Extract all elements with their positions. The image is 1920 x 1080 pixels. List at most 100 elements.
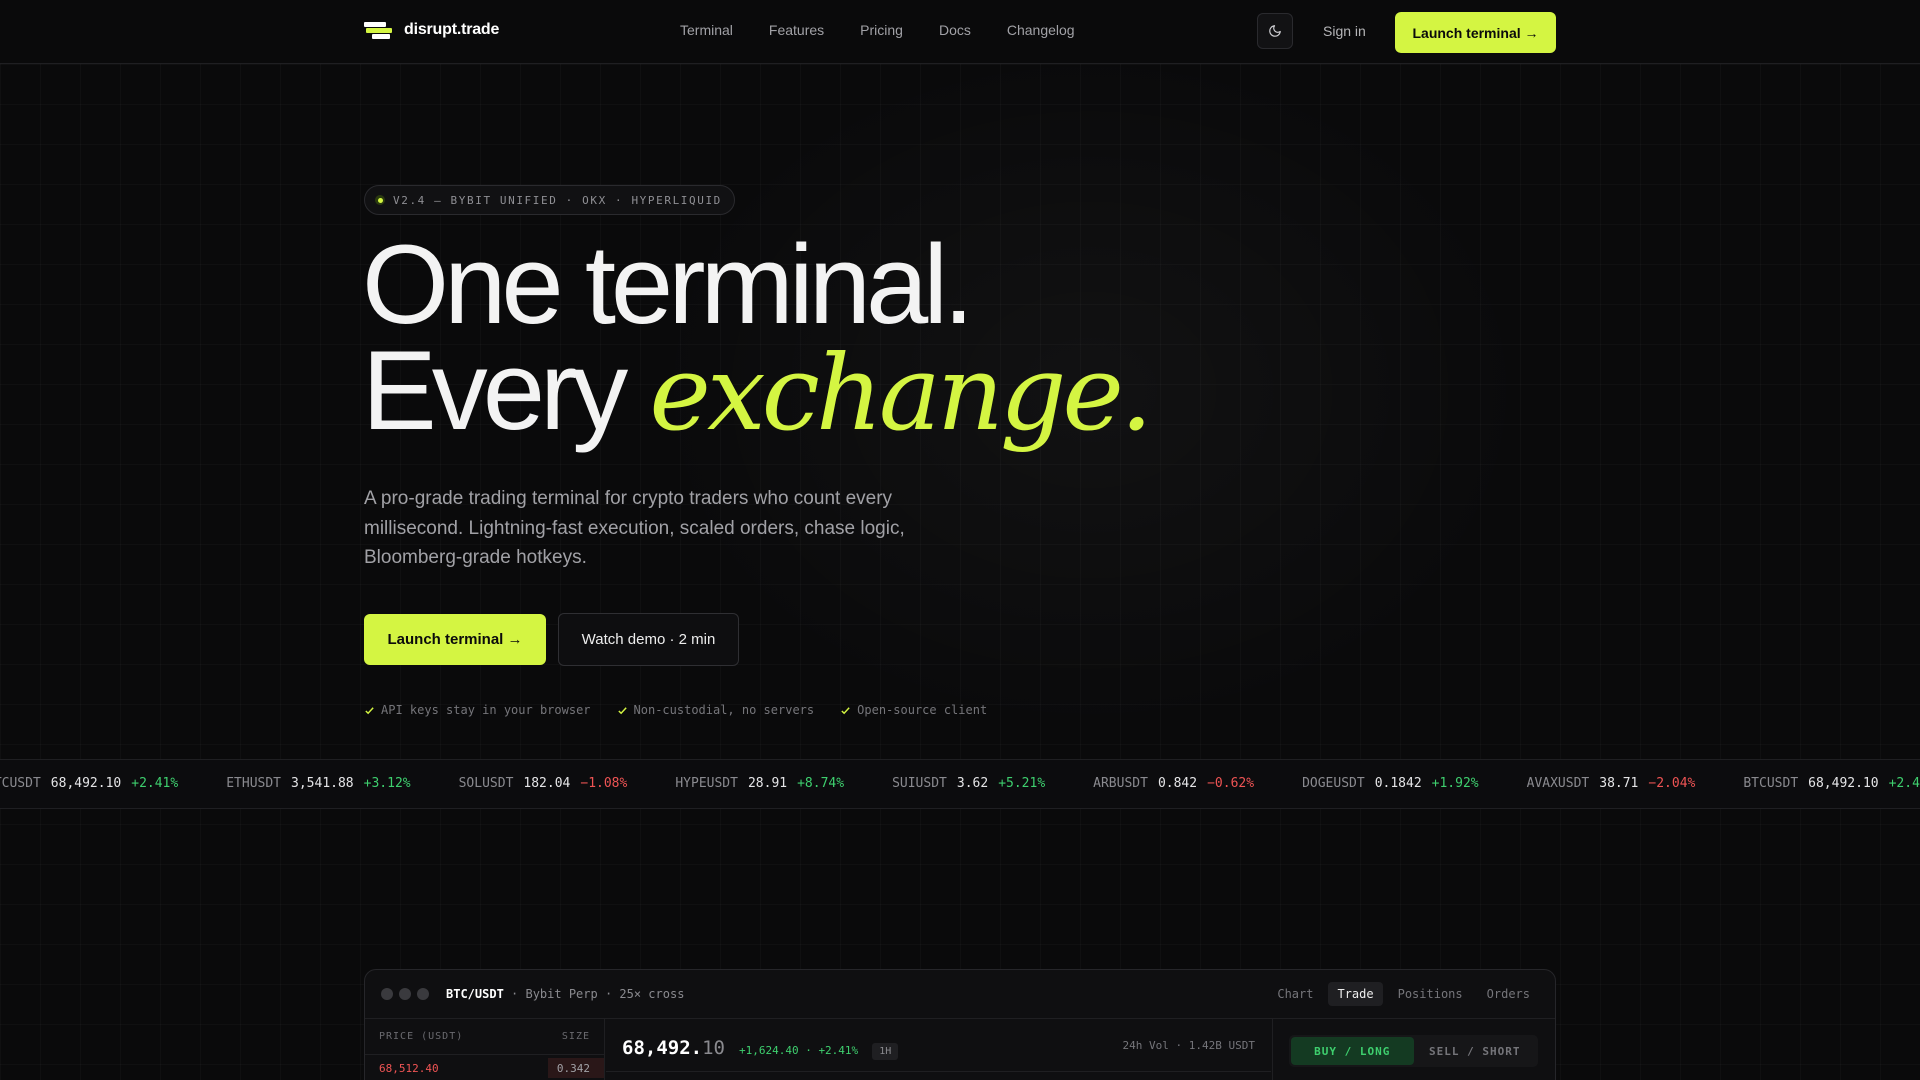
window-controls — [381, 988, 429, 1000]
trust-item-label: Non-custodial, no servers — [633, 703, 815, 717]
order-book-price-header: PRICE (USDT) — [379, 1031, 464, 1042]
ticker-item[interactable]: ARBUSDT 0.842 −0.62% — [1093, 776, 1254, 791]
ticker-change: +8.74% — [797, 776, 845, 791]
theme-toggle-button[interactable] — [1257, 13, 1293, 49]
nav-link-features[interactable]: Features — [769, 22, 824, 38]
order-book-size-header: SIZE — [561, 1031, 590, 1042]
order-book-size: 0.342 — [556, 1061, 590, 1075]
ticker-price: 68,492.10 — [1808, 776, 1879, 791]
last-price-dec: 10 — [702, 1037, 725, 1059]
ticker-price: 3.62 — [956, 776, 989, 791]
price-panel: 68,492.10 +1,624.40 · +2.41% 1H 24h Vol … — [606, 1019, 1271, 1080]
pair-meta: · Bybit Perp · 25× cross — [503, 987, 685, 1001]
volume-label: 24h Vol · 1.42B USDT — [1122, 1039, 1255, 1052]
trust-item: API keys stay in your browser — [364, 703, 591, 717]
ticker-price: 0.1842 — [1374, 776, 1422, 791]
trust-item: Non-custodial, no servers — [617, 703, 815, 717]
ticker-change: +2.41% — [1888, 776, 1920, 791]
trust-checklist: API keys stay in your browser Non-custod… — [364, 703, 987, 717]
price-change: +1,624.40 · +2.41% — [738, 1044, 859, 1057]
tab-positions[interactable]: Positions — [1389, 982, 1472, 1006]
check-icon — [841, 706, 850, 714]
ticker-item[interactable]: DOGEUSDT 0.1842 +1.92% — [1302, 776, 1479, 791]
tab-trade[interactable]: Trade — [1328, 982, 1383, 1006]
ticker-change: −2.04% — [1648, 776, 1696, 791]
trust-item: Open-source client — [840, 703, 987, 717]
order-book-row[interactable]: 68,512.40 0.342 — [365, 1055, 604, 1080]
hero-launch-terminal-button[interactable]: Launch terminal → — [364, 614, 546, 665]
order-book: PRICE (USDT) SIZE 68,512.40 0.342 — [365, 1019, 605, 1080]
ticker-price: 38.71 — [1599, 776, 1639, 791]
check-icon — [617, 706, 627, 714]
window-titlebar: BTC/USDT · Bybit Perp · 25× cross Chart … — [365, 970, 1555, 1019]
launch-terminal-button[interactable]: Launch terminal → — [1395, 12, 1556, 53]
nav-link-pricing[interactable]: Pricing — [860, 22, 903, 38]
pair-symbol: BTC/USDT — [446, 987, 504, 1001]
ticker-item[interactable]: ETHUSDT 3,541.88 +3.12% — [226, 776, 410, 791]
window-dot-icon — [381, 988, 393, 1000]
terminal-preview-window: BTC/USDT · Bybit Perp · 25× cross Chart … — [364, 969, 1556, 1080]
check-icon — [365, 706, 374, 714]
ticker-change: −0.62% — [1207, 776, 1255, 791]
nav-link-terminal[interactable]: Terminal — [680, 22, 733, 38]
ticker-item[interactable]: AVAXUSDT 38.71 −2.04% — [1527, 776, 1696, 791]
tab-chart[interactable]: Chart — [1268, 982, 1322, 1006]
ticker-track: BTCUSDT 68,492.10 +2.41% ETHUSDT 3,541.88 +3.… — [0, 776, 1920, 791]
top-navbar: disrupt.trade Terminal Features Pricing … — [0, 0, 1920, 64]
ticker-price: 28.91 — [747, 776, 788, 791]
trust-item-label: Open-source client — [857, 703, 988, 717]
nav-link-changelog[interactable]: Changelog — [1007, 22, 1075, 38]
nav-link-docs[interactable]: Docs — [939, 22, 971, 38]
ticker-item[interactable]: BTCUSDT 68,492.10 +2.41% — [0, 776, 178, 791]
tab-orders[interactable]: Orders — [1478, 982, 1539, 1006]
version-badge-text: V2.4 — BYBIT UNIFIED · OKX · HYPERLIQUID — [393, 193, 722, 207]
nav-links: Terminal Features Pricing Docs Changelog — [680, 22, 1075, 38]
version-badge: V2.4 — BYBIT UNIFIED · OKX · HYPERLIQUID — [364, 185, 735, 215]
ticker-item[interactable]: BTCUSDT 68,492.10 +2.41% — [1743, 776, 1920, 791]
ticker-symbol: SOLUSDT — [458, 776, 514, 791]
ticker-change: +5.21% — [998, 776, 1046, 791]
brand-logo[interactable]: disrupt.trade — [364, 20, 499, 40]
hero-heading-line2: Every exchange. — [362, 335, 1153, 447]
ticker-item[interactable]: HYPEUSDT 28.91 +8.74% — [675, 776, 844, 791]
ticker-change: −1.08% — [580, 776, 628, 791]
price-line: 68,492.10 +1,624.40 · +2.41% 1H — [622, 1037, 899, 1060]
sign-in-link[interactable]: Sign in — [1323, 23, 1366, 39]
ticker-change: +2.41% — [131, 776, 179, 791]
ticker-change: +1.92% — [1431, 776, 1479, 791]
window-dot-icon — [417, 988, 429, 1000]
pair-label: BTC/USDT · Bybit Perp · 25× cross — [446, 987, 684, 1001]
order-book-price: 68,512.40 — [379, 1061, 439, 1075]
divider — [606, 1071, 1271, 1072]
ticker-symbol: HYPEUSDT — [675, 776, 738, 791]
timeframe-button[interactable]: 1H — [872, 1043, 899, 1060]
price-ticker: BTCUSDT 68,492.10 +2.41% ETHUSDT 3,541.88 +3.… — [0, 759, 1920, 809]
preview-tabs: Chart Trade Positions Orders — [1268, 982, 1539, 1006]
hero-description: A pro-grade trading terminal for crypto … — [364, 488, 905, 568]
ticker-symbol: DOGEUSDT — [1302, 776, 1365, 791]
order-entry-panel: BUY / LONG SELL / SHORT — [1272, 1019, 1555, 1080]
ticker-price: 0.842 — [1157, 776, 1198, 791]
brand-name: disrupt.trade — [404, 21, 500, 38]
window-dot-icon — [399, 988, 411, 1000]
ticker-price: 182.04 — [523, 776, 571, 791]
ticker-item[interactable]: SOLUSDT 182.04 −1.08% — [459, 776, 628, 791]
watch-demo-button[interactable]: Watch demo · 2 min — [558, 613, 739, 666]
hero-heading-accent: exchange. — [649, 332, 1153, 454]
ticker-item[interactable]: SUIUSDT 3.62 +5.21% — [892, 776, 1045, 791]
ticker-symbol: AVAXUSDT — [1526, 776, 1590, 791]
ticker-symbol: ETHUSDT — [226, 776, 282, 791]
logo-icon — [364, 20, 392, 40]
last-price: 68,492.10 — [622, 1037, 725, 1059]
buy-long-button[interactable]: BUY / LONG — [1291, 1037, 1414, 1065]
ticker-price: 68,492.10 — [50, 776, 122, 791]
last-price-int: 68,492. — [622, 1037, 703, 1059]
moon-icon — [1269, 25, 1281, 37]
sell-short-button[interactable]: SELL / SHORT — [1414, 1037, 1537, 1065]
ticker-change: +3.12% — [363, 776, 411, 791]
ticker-symbol: BTCUSDT — [0, 776, 41, 791]
hero-heading: One terminal. Every exchange. — [362, 229, 1153, 447]
trust-item-label: API keys stay in your browser — [381, 703, 591, 717]
hero-heading-plain: Every — [362, 328, 628, 453]
ticker-price: 3,541.88 — [291, 776, 354, 791]
